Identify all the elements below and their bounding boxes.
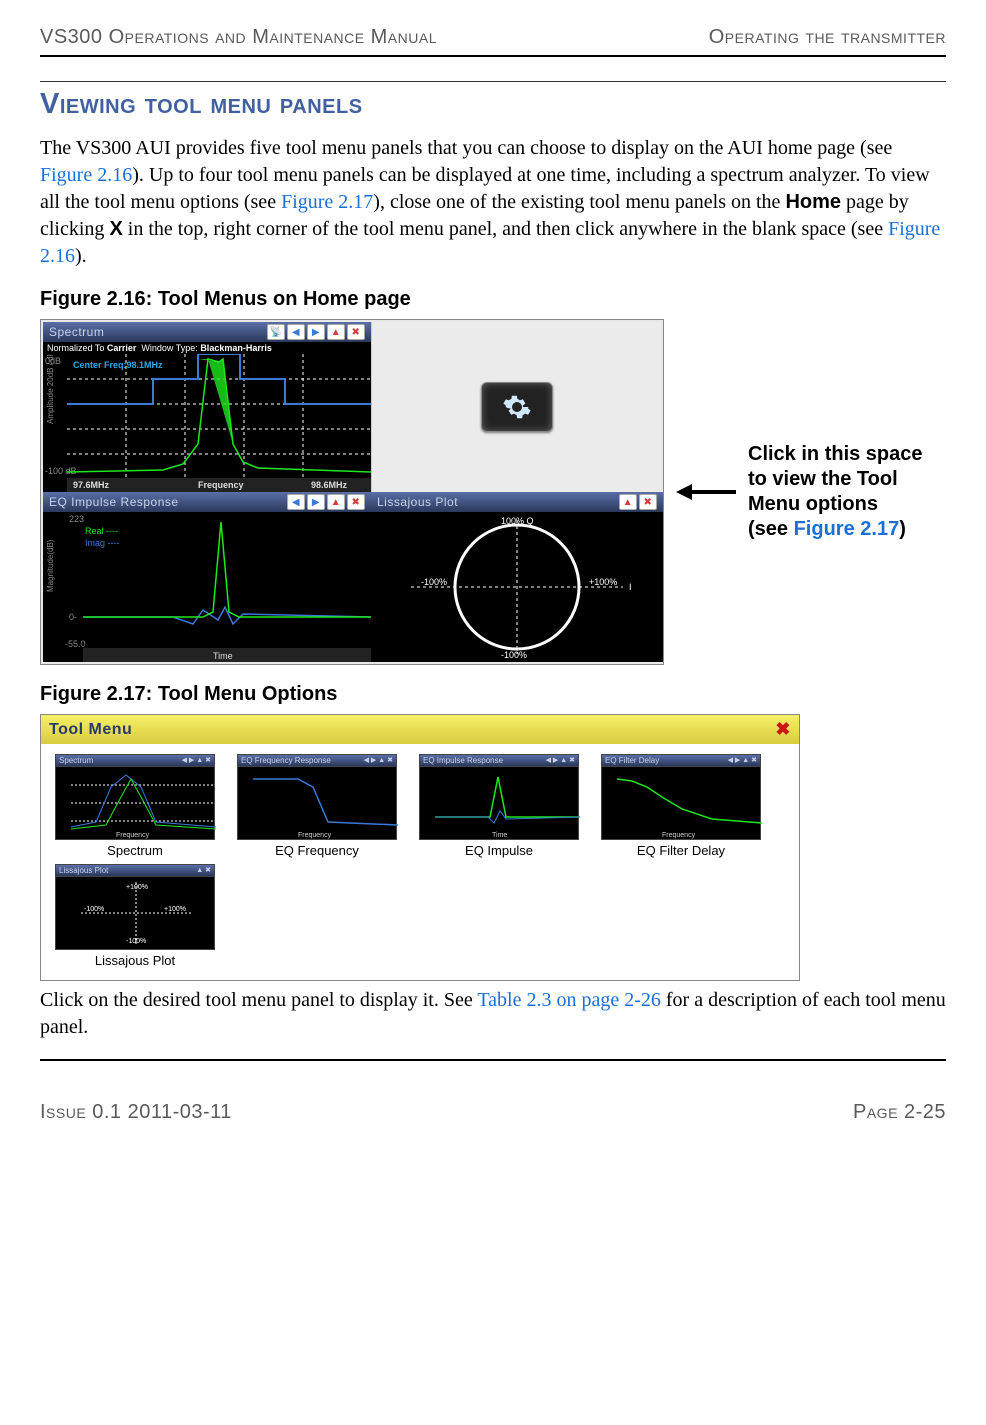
svg-text:Time: Time <box>213 651 233 661</box>
close-icon[interactable]: ✖ <box>775 719 791 740</box>
fig217-screenshot: Tool Menu ✖ Spectrum◀ ▶ ▲ ✖ Frequency Sp… <box>40 714 800 981</box>
svg-text:Frequency: Frequency <box>198 480 244 490</box>
spectrum-title: Spectrum <box>49 325 104 339</box>
svg-text:+100%: +100% <box>126 884 148 891</box>
svg-text:Center Freq:98.1MHz: Center Freq:98.1MHz <box>73 360 163 370</box>
link-fig216a[interactable]: Figure 2.16 <box>40 164 132 186</box>
footer-right: Page 2-25 <box>853 1101 946 1124</box>
svg-text:+100%: +100% <box>164 906 186 913</box>
intro-paragraph: The VS300 AUI provides five tool menu pa… <box>40 135 946 270</box>
svg-text:Time: Time <box>492 832 507 839</box>
svg-text:97.6MHz: 97.6MHz <box>73 480 110 490</box>
footer-rule <box>40 1059 946 1061</box>
svg-text:I: I <box>629 582 632 592</box>
fig216-caption: Figure 2.16: Tool Menus on Home page <box>40 288 946 311</box>
section-heading: Viewing tool menu panels <box>40 88 946 121</box>
svg-text:-100%: -100% <box>501 650 527 660</box>
svg-text:Frequency: Frequency <box>662 832 696 839</box>
eq-title: EQ Impulse Response <box>49 495 179 509</box>
svg-text:-55.0: -55.0 <box>65 639 86 649</box>
header-left: VS300 Operations and Maintenance Manual <box>40 26 437 49</box>
spectrum-panel: Spectrum 📡 ◀ ▶ ▲ ✖ Normalized To Carrier… <box>43 322 371 492</box>
tool-menu-title: Tool Menu <box>49 721 132 739</box>
next-icon[interactable]: ▶ <box>307 324 325 340</box>
spectrum-plot: 0dB -100 dB Amplitude 20dB / div <box>43 354 371 492</box>
lissajous-panel: Lissajous Plot ▲ ✖ <box>371 492 663 662</box>
home-label: Home <box>785 191 841 213</box>
close-icon[interactable]: ✖ <box>347 494 365 510</box>
expand-icon[interactable]: ▲ <box>619 494 637 510</box>
svg-text:223: 223 <box>69 514 84 524</box>
svg-text:+100%: +100% <box>589 577 617 587</box>
svg-text:-100 dB: -100 dB <box>45 466 77 476</box>
gear-icon[interactable] <box>481 382 553 432</box>
expand-icon[interactable]: ▲ <box>327 494 345 510</box>
svg-text:Imag ----: Imag ---- <box>85 538 120 548</box>
antenna-icon[interactable]: 📡 <box>267 324 285 340</box>
x-label: X <box>109 218 122 240</box>
thumb-eq-frequency[interactable]: EQ Frequency Response◀ ▶ ▲ ✖ Frequency E… <box>237 754 397 858</box>
fig216-screenshot: Spectrum 📡 ◀ ▶ ▲ ✖ Normalized To Carrier… <box>40 319 664 665</box>
thumb-spectrum[interactable]: Spectrum◀ ▶ ▲ ✖ Frequency Spectrum <box>55 754 215 858</box>
thumb-eq-filter-delay[interactable]: EQ Filter Delay◀ ▶ ▲ ✖ Frequency EQ Filt… <box>601 754 761 858</box>
callout-arrow <box>676 480 736 504</box>
fig217-followup: Click on the desired tool menu panel to … <box>40 987 946 1041</box>
svg-text:Frequency: Frequency <box>298 832 332 839</box>
lissa-title: Lissajous Plot <box>377 495 458 509</box>
expand-icon[interactable]: ▲ <box>327 324 345 340</box>
page-header: VS300 Operations and Maintenance Manual … <box>40 26 946 49</box>
svg-text:Magnitude(dB): Magnitude(dB) <box>46 539 55 592</box>
link-table23[interactable]: Table 2.3 on page 2-26 <box>477 989 661 1011</box>
svg-text:-100%: -100% <box>126 938 146 945</box>
fig217-caption: Figure 2.17: Tool Menu Options <box>40 683 946 706</box>
eq-impulse-panel: EQ Impulse Response ◀ ▶ ▲ ✖ 223 0- -55.0 <box>43 492 371 662</box>
prev-icon[interactable]: ◀ <box>287 494 305 510</box>
svg-text:0-: 0- <box>69 612 77 622</box>
callout-text: Click in this space to view the Tool Men… <box>748 442 923 542</box>
close-icon[interactable]: ✖ <box>347 324 365 340</box>
svg-text:Frequency: Frequency <box>116 832 150 839</box>
header-right: Operating the transmitter <box>709 26 946 49</box>
link-fig217a[interactable]: Figure 2.17 <box>281 191 373 213</box>
svg-text:100% Q: 100% Q <box>501 516 534 526</box>
svg-text:-100%: -100% <box>84 906 104 913</box>
empty-panel-space[interactable] <box>371 322 661 492</box>
eq-plot: 223 0- -55.0 Magnitude(dB) Real ---- Ima… <box>43 512 371 662</box>
svg-text:Amplitude 20dB / div: Amplitude 20dB / div <box>46 354 55 424</box>
close-icon[interactable]: ✖ <box>639 494 657 510</box>
link-fig217-callout[interactable]: Figure 2.17 <box>794 518 900 540</box>
thumb-lissajous[interactable]: Lissajous Plot▲ ✖ +100%-100%-100%+100% L… <box>55 864 215 968</box>
fig216-row: Spectrum 📡 ◀ ▶ ▲ ✖ Normalized To Carrier… <box>40 319 946 665</box>
section-top-rule <box>40 81 946 82</box>
header-rule <box>40 55 946 57</box>
prev-icon[interactable]: ◀ <box>287 324 305 340</box>
lissa-plot: 100% Q -100% -100% +100% I <box>371 512 663 662</box>
svg-text:98.6MHz: 98.6MHz <box>311 480 348 490</box>
next-icon[interactable]: ▶ <box>307 494 325 510</box>
footer-left: Issue 0.1 2011-03-11 <box>40 1101 232 1124</box>
thumb-eq-impulse[interactable]: EQ Impulse Response◀ ▶ ▲ ✖ Time EQ Impul… <box>419 754 579 858</box>
page-footer: Issue 0.1 2011-03-11 Page 2-25 <box>40 1101 946 1124</box>
svg-text:-100%: -100% <box>421 577 447 587</box>
svg-text:Real ----: Real ---- <box>85 526 118 536</box>
